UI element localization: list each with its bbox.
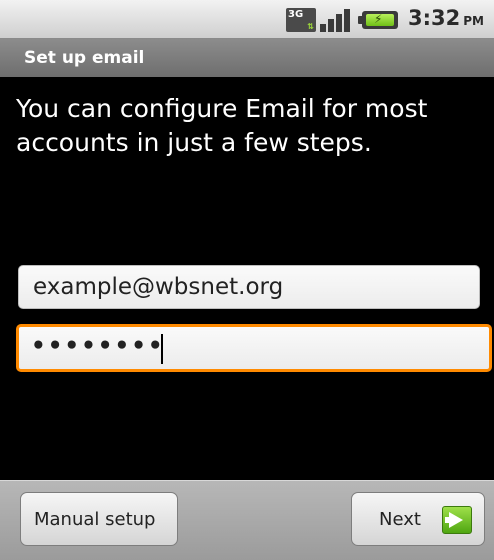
battery-charging-icon: ⚡ (358, 11, 398, 29)
text-cursor (161, 334, 163, 364)
next-label: Next (379, 509, 421, 530)
arrow-right-icon (442, 506, 472, 534)
next-button[interactable]: Next (351, 492, 485, 546)
title-bar: Set up email (0, 39, 494, 77)
status-clock: 3:32 PM (408, 6, 484, 30)
email-field[interactable]: example@wbsnet.org (18, 265, 480, 309)
intro-text: You can configure Email for most account… (16, 94, 428, 157)
bottom-button-bar: Manual setup Next (0, 480, 494, 560)
manual-setup-button[interactable]: Manual setup (20, 492, 178, 546)
password-field[interactable]: •••••••• (16, 324, 492, 372)
clock-time: 3:32 (408, 6, 461, 30)
status-bar: 3G ⇅ ⚡ 3:32 PM (0, 0, 494, 39)
signal-strength-icon (320, 8, 354, 32)
email-value: example@wbsnet.org (33, 274, 284, 300)
manual-setup-label: Manual setup (34, 509, 156, 530)
password-value: •••••••• (31, 333, 165, 359)
network-type-label: 3G (288, 9, 304, 20)
page-title: Set up email (24, 48, 145, 68)
3g-data-icon: 3G ⇅ (286, 8, 316, 32)
clock-ampm: PM (463, 14, 484, 28)
